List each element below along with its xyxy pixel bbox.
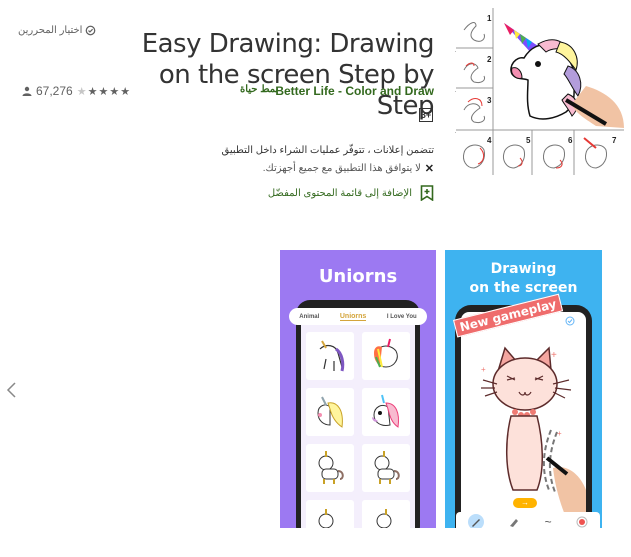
step-number: 7 [612,136,617,145]
tab-animal: Animal [299,313,320,320]
screenshot-title-line1: Drawing [490,261,557,277]
pencil-icon[interactable] [468,514,485,528]
drawing-thumbnail [362,500,410,528]
step-number: 2 [487,55,492,64]
wishlist-label: الإضافة إلى قائمة المحتوى المفضّل [267,187,412,199]
svg-text:+: + [557,429,562,438]
drawing-thumbnail [306,332,354,380]
developer-link[interactable]: Better Life - Color and Draw [275,84,434,98]
category-link[interactable]: نمط حياة [240,84,278,95]
app-icon: 1 2 3 4 5 6 7 [456,8,624,175]
drawing-thumbnail [306,444,354,492]
star-filled-icon: ★ [87,85,98,98]
star-filled-icon: ★ [98,85,109,98]
drawing-thumbnail [306,388,354,436]
rating-summary: 67,276 ★ ★ ★ ★ ★ [22,84,130,98]
stroke-icon[interactable]: ~ [545,515,552,528]
unicorn-drawing-steps-image: 1 2 3 4 5 6 7 [456,8,624,175]
step-number: 5 [526,136,531,145]
close-x-icon: ✕ [424,163,434,175]
compatibility-text: لا يتوافق هذا التطبيق مع جميع أجهزتك. [262,163,421,174]
bookmark-add-icon [420,185,434,201]
screenshot-title-line2: on the screen [469,280,578,296]
drawing-thumbnail [362,332,410,380]
editors-choice-label: اختيار المحررين [18,25,83,36]
screenshot-title: Drawing on the screen [445,260,602,298]
drawing-thumbnail [306,500,354,528]
ads-notice: تتضمن إعلانات ، تتوفّر عمليات الشراء داخ… [221,145,434,156]
step-number: 4 [487,136,492,145]
editors-choice-badge: اختيار المحررين [18,25,96,36]
eraser-icon[interactable] [508,516,520,528]
content-rating-badge: 3+ [419,108,433,122]
chevron-left-icon [6,382,16,398]
svg-text:+: + [551,350,557,361]
cat-drawing-image: + + + [481,346,586,515]
tab-i-love-you: I Love You [386,313,417,320]
tab-unicorns: Uniorns [339,312,367,321]
app-title: Easy Drawing: Drawing on the screen Step… [141,29,435,122]
award-badge-icon [86,25,96,36]
screenshot-drawing-on-screen[interactable]: Drawing on the screen New gameplay + + +… [445,250,602,528]
drawing-toolbar: ~ [456,512,600,528]
step-number: 3 [487,96,492,105]
compatibility-notice: ✕ لا يتوافق هذا التطبيق مع جميع أجهزتك. [263,162,434,175]
step-number: 6 [568,136,573,145]
check-circle-icon [565,316,575,326]
next-arrow-button[interactable]: → [513,498,537,508]
record-icon[interactable] [576,516,588,528]
add-to-wishlist-button[interactable]: الإضافة إلى قائمة المحتوى المفضّل [268,185,434,201]
star-filled-icon: ★ [109,85,120,98]
screenshot-unicorns[interactable]: Uniorns Animal Uniorns I Love You [280,250,436,528]
person-icon [22,86,32,96]
drawing-thumbnail [362,388,410,436]
star-empty-icon: ★ [76,85,87,98]
category-tabs: Animal Uniorns I Love You [289,308,427,325]
screenshot-title: Uniorns [318,266,398,287]
svg-text:+: + [481,365,486,374]
star-filled-icon: ★ [120,85,131,98]
star-rating: ★ ★ ★ ★ ★ [77,85,130,98]
step-number: 1 [487,14,492,23]
rating-count: 67,276 [36,84,73,98]
drawing-thumbnail [362,444,410,492]
carousel-prev-button[interactable] [4,378,20,402]
